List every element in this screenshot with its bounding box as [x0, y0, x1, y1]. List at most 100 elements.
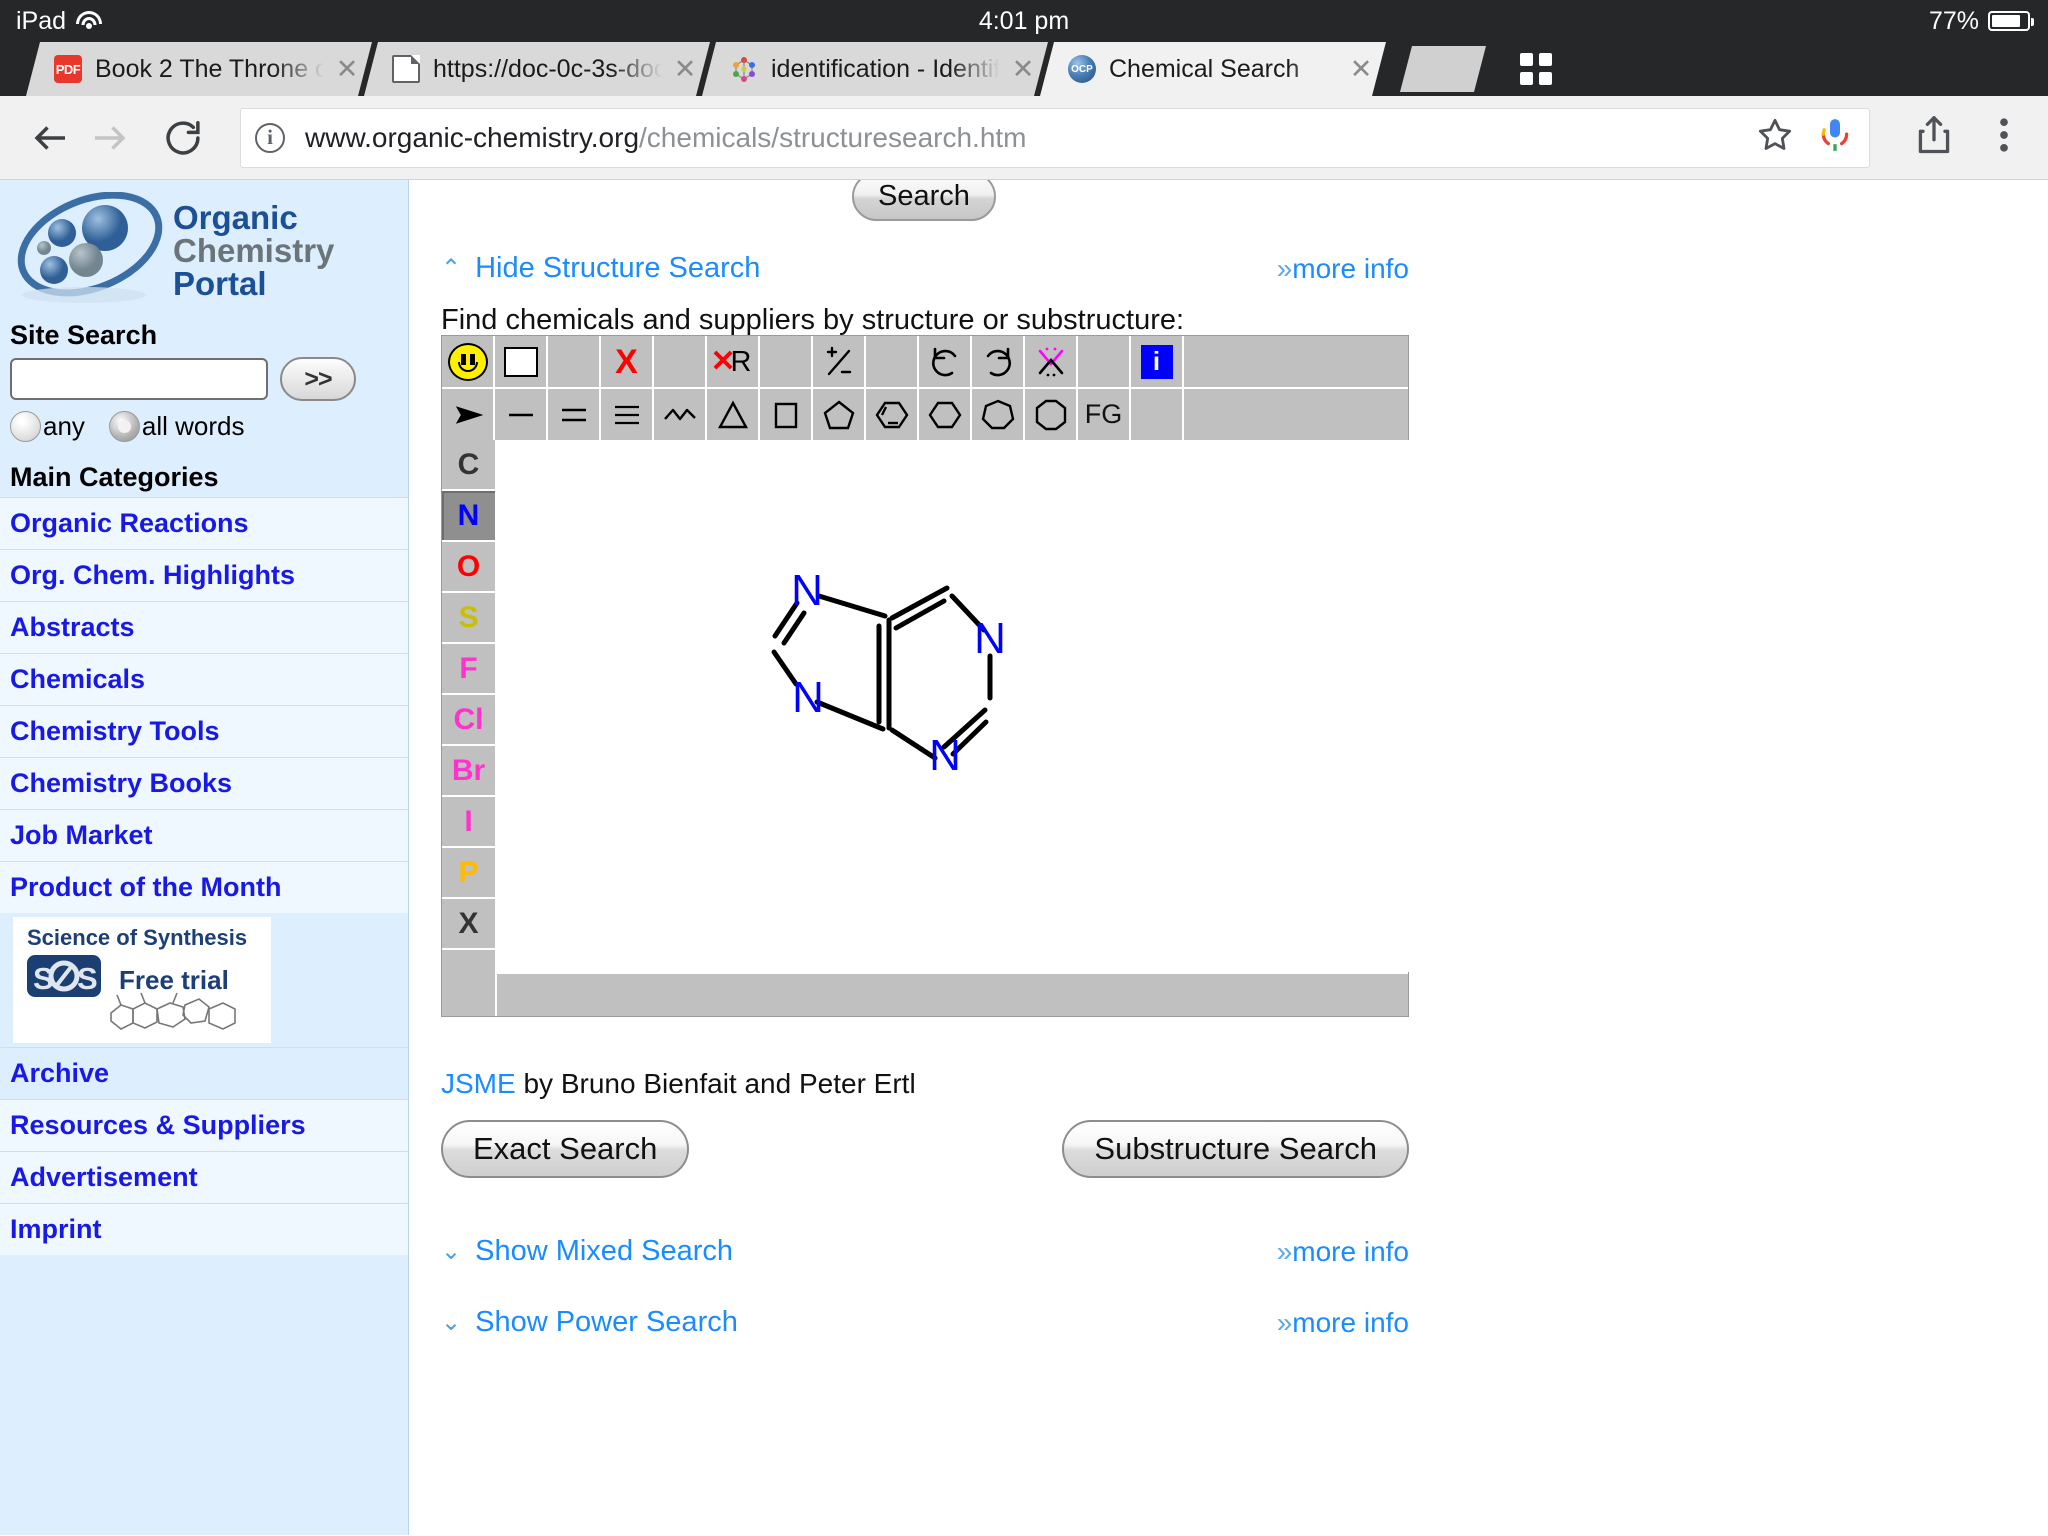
molecule-icon	[730, 55, 758, 83]
double-bond-icon[interactable]	[548, 389, 601, 440]
tab-close-button[interactable]: ✕	[670, 54, 700, 85]
delete-icon[interactable]: X	[601, 336, 654, 387]
chain-icon[interactable]	[654, 389, 707, 440]
redo-icon[interactable]	[972, 336, 1025, 387]
show-mixed-search-link[interactable]: ⌄ Show Mixed Search	[441, 1235, 733, 1268]
browser-tab[interactable]: https://doc-0c-3s-docs.go ✕	[364, 42, 710, 96]
chevron-down-icon: ⌄	[441, 1308, 462, 1336]
atom-button-i[interactable]: I	[442, 797, 495, 848]
single-bond-icon[interactable]	[495, 389, 548, 440]
sidebar-item-job-market[interactable]: Job Market	[0, 809, 408, 861]
atom-button-cl[interactable]: Cl	[442, 695, 495, 746]
show-power-search-row: ⌄ Show Power Search »more info	[441, 1306, 1409, 1339]
search-submit-button[interactable]: >>	[280, 357, 356, 401]
status-bar-clock: 4:01 pm	[978, 6, 1070, 35]
triple-bond-icon[interactable]	[601, 389, 654, 440]
substructure-search-button[interactable]: Substructure Search	[1062, 1120, 1409, 1178]
sidebar-item-product-of-the-month[interactable]: Product of the Month	[0, 861, 408, 913]
jsme-toolbar-row-2: FG	[442, 389, 1408, 440]
search-button[interactable]: Search	[852, 180, 996, 221]
stereo-icon[interactable]	[1025, 336, 1078, 387]
exact-search-button[interactable]: Exact Search	[441, 1120, 690, 1178]
sidebar-item-org-chem-highlights[interactable]: Org. Chem. Highlights	[0, 549, 408, 601]
info-circle-icon[interactable]: i	[255, 122, 285, 153]
search-input[interactable]	[10, 358, 268, 400]
find-chemicals-caption: Find chemicals and suppliers by structur…	[441, 304, 1185, 336]
jsme-link[interactable]: JSME	[441, 1068, 516, 1099]
cycloheptane-icon[interactable]	[972, 389, 1025, 440]
sidebar-item-resources-suppliers[interactable]: Resources & Suppliers	[0, 1099, 408, 1151]
advertisement-banner[interactable]: Science of Synthesis S S Free trial	[13, 917, 271, 1043]
tab-close-button[interactable]: ✕	[332, 54, 362, 85]
show-power-search-link[interactable]: ⌄ Show Power Search	[441, 1306, 738, 1339]
site-logo[interactable]: Organic Chemistry Portal	[0, 180, 408, 312]
sidebar-item-chemicals[interactable]: Chemicals	[0, 653, 408, 705]
atom-button-x[interactable]: X	[442, 899, 495, 950]
scrollbar-thumb[interactable]	[495, 972, 1408, 1016]
cyclopropane-icon[interactable]	[707, 389, 760, 440]
functional-group-icon[interactable]: FG	[1078, 389, 1131, 440]
organic-chemistry-portal-logo: Organic Chemistry Portal	[17, 192, 335, 303]
radio-any[interactable]	[10, 411, 41, 442]
share-icon[interactable]	[1912, 113, 1956, 162]
grid-icon[interactable]	[1520, 53, 1552, 85]
cyclohexane-icon[interactable]	[919, 389, 972, 440]
three-dot-menu-icon[interactable]	[1982, 113, 2026, 162]
browser-tab-active[interactable]: OCP Chemical Search ✕	[1040, 42, 1386, 96]
radio-all-words[interactable]	[108, 411, 140, 442]
benzene-icon[interactable]	[866, 389, 919, 440]
sidebar-item-abstracts[interactable]: Abstracts	[0, 601, 408, 653]
more-info-link-structure[interactable]: »more info	[1277, 253, 1409, 285]
jsme-credit: JSME by Bruno Bienfait and Peter Ertl	[441, 1068, 916, 1100]
sidebar-item-chemistry-books[interactable]: Chemistry Books	[0, 757, 408, 809]
toolbar-filler	[1184, 336, 1408, 387]
atom-label-n: N	[792, 673, 824, 722]
cyclooctane-icon[interactable]	[1025, 389, 1078, 440]
atom-button-s[interactable]: S	[442, 593, 495, 644]
atom-label-n: N	[929, 731, 961, 780]
sidebar-item-imprint[interactable]: Imprint	[0, 1203, 408, 1255]
atom-button-br[interactable]: Br	[442, 746, 495, 797]
info-icon[interactable]: i	[1131, 336, 1184, 387]
atom-button-o[interactable]: O	[442, 542, 495, 593]
new-structure-icon[interactable]	[495, 336, 548, 387]
atom-button-f[interactable]: F	[442, 644, 495, 695]
atom-button-p[interactable]: P	[442, 848, 495, 899]
jsme-horizontal-scrollbar[interactable]	[442, 972, 1408, 1016]
undo-icon[interactable]	[919, 336, 972, 387]
sidebar-item-advertisement[interactable]: Advertisement	[0, 1151, 408, 1203]
hide-structure-search-link[interactable]: ⌃ Hide Structure Search	[441, 252, 760, 285]
cyclobutane-icon[interactable]	[760, 389, 813, 440]
back-arrow-icon[interactable]	[22, 109, 80, 167]
tab-close-button[interactable]: ✕	[1008, 54, 1038, 85]
browser-tab[interactable]: PDF Book 2 The Throne of Fire ✕	[26, 42, 372, 96]
sidebar-nav-list: Organic Reactions Org. Chem. Highlights …	[0, 497, 408, 1255]
forward-arrow-icon	[80, 109, 138, 167]
sidebar-item-chemistry-tools[interactable]: Chemistry Tools	[0, 705, 408, 757]
double-chevron-icon: »	[1276, 252, 1293, 284]
smiley-icon[interactable]	[442, 336, 495, 387]
cyclopentane-icon[interactable]	[813, 389, 866, 440]
tab-close-button[interactable]: ✕	[1346, 54, 1376, 85]
browser-tab[interactable]: identification - Identify a ✕	[702, 42, 1048, 96]
address-bar[interactable]: i www.organic-chemistry.org/chemicals/st…	[240, 107, 1870, 168]
show-mixed-search-label: Show Mixed Search	[475, 1235, 734, 1267]
atom-button-n[interactable]: N	[442, 491, 495, 542]
more-info-link-power[interactable]: »more info	[1277, 1307, 1409, 1339]
microphone-icon[interactable]	[1815, 115, 1855, 160]
charge-icon[interactable]	[813, 336, 866, 387]
delete-group-icon[interactable]: ✕ R	[707, 336, 760, 387]
sidebar-item-archive[interactable]: Archive	[0, 1047, 408, 1099]
atom-button-c[interactable]: C	[442, 440, 495, 491]
new-tab-button[interactable]	[1400, 46, 1486, 92]
browser-toolbar: i www.organic-chemistry.org/chemicals/st…	[0, 96, 2048, 180]
tab-title: Book 2 The Throne of Fire	[95, 54, 324, 83]
star-icon[interactable]	[1755, 115, 1795, 160]
chevron-down-icon: ⌄	[441, 1237, 462, 1265]
sidebar-item-organic-reactions[interactable]: Organic Reactions	[0, 497, 408, 549]
select-arrow-icon[interactable]	[442, 389, 495, 440]
more-info-link-mixed[interactable]: »more info	[1277, 1236, 1409, 1268]
reload-icon[interactable]	[154, 109, 212, 167]
more-info-label: more info	[1292, 1235, 1409, 1267]
jsme-drawing-canvas[interactable]: N N N N	[495, 440, 1410, 972]
